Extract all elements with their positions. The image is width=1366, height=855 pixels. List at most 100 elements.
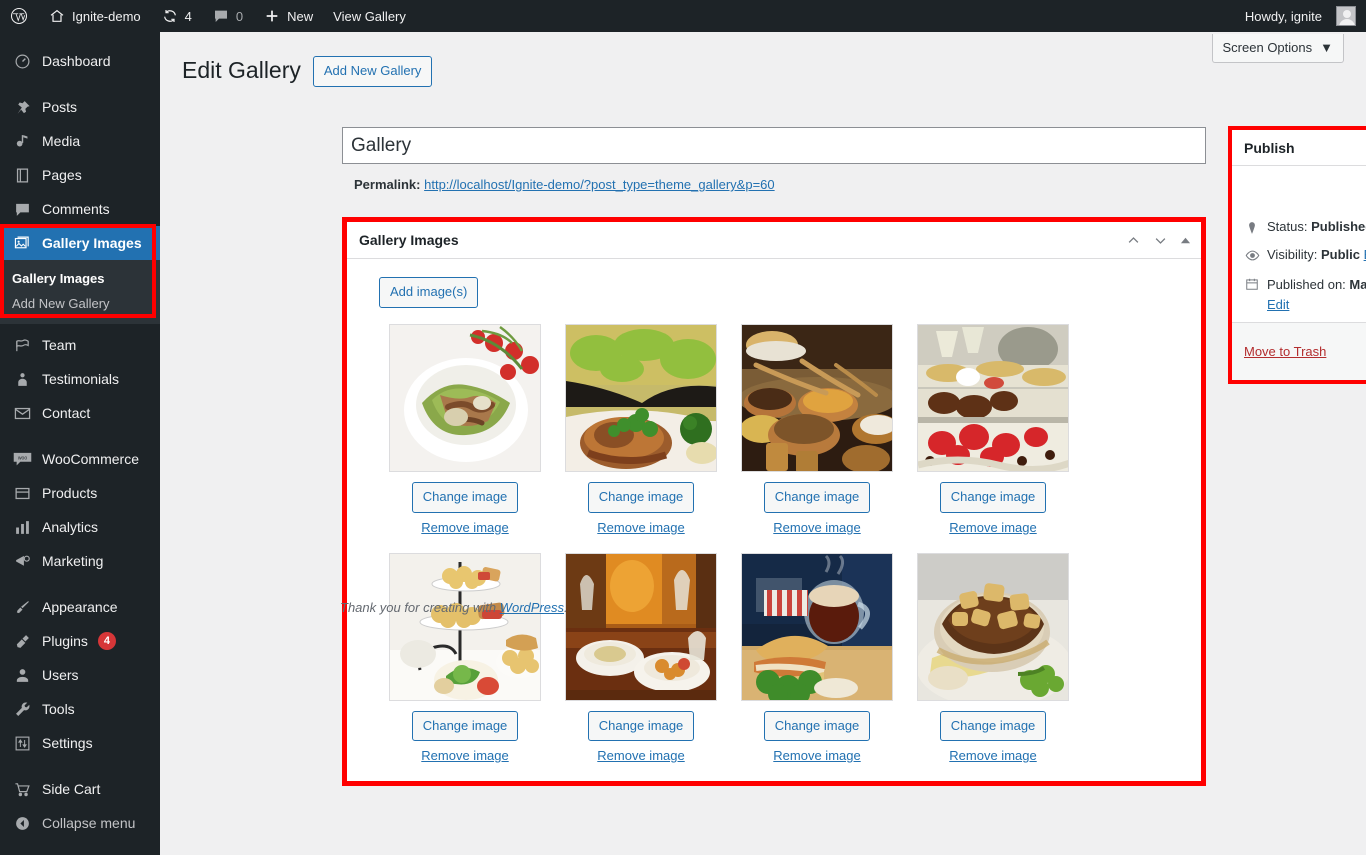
permalink-row: Permalink: http://localhost/Ignite-demo/… [354, 177, 775, 192]
publish-box-footer: Move to Trash [1232, 322, 1366, 380]
thumbnail-image[interactable] [565, 552, 717, 701]
sidebar-item-dashboard[interactable]: Dashboard [0, 44, 160, 78]
updates-icon [161, 7, 179, 25]
comments-menu[interactable]: 0 [202, 0, 253, 32]
sidebar-label: Products [42, 485, 98, 501]
sidebar-item-marketing[interactable]: Marketing [0, 544, 160, 578]
sidebar-label: Analytics [42, 519, 99, 535]
remove-image-link[interactable]: Remove image [421, 748, 508, 763]
change-image-button[interactable]: Change image [763, 710, 871, 742]
permalink-label: Permalink: [354, 177, 421, 192]
home-icon [48, 7, 66, 25]
sidebar-item-analytics[interactable]: Analytics [0, 510, 160, 544]
remove-image-link[interactable]: Remove image [773, 748, 860, 763]
thumbnail-image[interactable] [917, 323, 1069, 472]
sidebar-label: Dashboard [42, 53, 111, 69]
thumbnail-image[interactable] [917, 552, 1069, 701]
media-icon [12, 131, 32, 151]
thumbnail-image[interactable] [565, 323, 717, 472]
sidebar-item-side-cart[interactable]: Side Cart [0, 772, 160, 806]
change-image-button[interactable]: Change image [411, 481, 519, 513]
howdy-label: Howdy, ignite [1244, 8, 1322, 24]
view-gallery-link[interactable]: View Gallery [323, 0, 416, 32]
publish-box-header: Publish [1232, 130, 1366, 166]
new-label: New [287, 8, 314, 24]
sidebar-item-collapse-menu[interactable]: Collapse menu [0, 806, 160, 840]
sidebar-label: Appearance [42, 599, 118, 615]
sidebar-item-products[interactable]: Products [0, 476, 160, 510]
collapse-icon [12, 813, 32, 833]
move-down-icon[interactable] [1153, 233, 1168, 248]
change-image-button[interactable]: Change image [411, 710, 519, 742]
admin-bar: Ignite-demo 4 0 New View Gallery Howdy, … [0, 0, 1366, 32]
new-content-menu[interactable]: New [253, 0, 323, 32]
submenu-item-gallery-images[interactable]: Gallery Images [0, 266, 160, 291]
change-image-button[interactable]: Change image [587, 710, 695, 742]
sidebar-item-testimonials[interactable]: Testimonials [0, 362, 160, 396]
thumbnail-image[interactable] [741, 552, 893, 701]
sidebar-label: Side Cart [42, 781, 101, 797]
published-edit-link[interactable]: Edit [1267, 297, 1289, 312]
remove-image-link[interactable]: Remove image [949, 748, 1036, 763]
remove-image-link[interactable]: Remove image [597, 520, 684, 535]
sidebar-item-comments[interactable]: Comments [0, 192, 160, 226]
toggle-panel-icon[interactable] [1180, 235, 1191, 246]
sidebar-item-posts[interactable]: Posts [0, 90, 160, 124]
remove-image-link[interactable]: Remove image [597, 748, 684, 763]
thumbnail-image[interactable] [389, 552, 541, 701]
sidebar-item-tools[interactable]: Tools [0, 692, 160, 726]
updates-menu[interactable]: 4 [151, 0, 202, 32]
sidebar-item-media[interactable]: Media [0, 124, 160, 158]
thumbnail-image[interactable] [741, 323, 893, 472]
remove-image-link[interactable]: Remove image [949, 520, 1036, 535]
sidebar-item-plugins[interactable]: Plugins 4 [0, 624, 160, 658]
status-label: Status: [1267, 218, 1308, 234]
publish-box-title: Publish [1244, 139, 1295, 156]
sidebar-item-pages[interactable]: Pages [0, 158, 160, 192]
gallery-item: Change image Remove image [561, 323, 721, 535]
change-image-button[interactable]: Change image [939, 710, 1047, 742]
sidebar-item-gallery-images[interactable]: Gallery Images [0, 226, 168, 260]
sidebar-item-team[interactable]: Team [0, 328, 160, 362]
sidebar-label: Testimonials [42, 371, 120, 387]
gallery-item: Change image Remove image [737, 323, 897, 535]
wp-logo-menu[interactable] [0, 0, 38, 32]
change-image-button[interactable]: Change image [587, 481, 695, 513]
gallery-panel-body: Add image(s) Change image Remove image C… [347, 259, 1201, 795]
sidebar-item-appearance[interactable]: Appearance [0, 590, 160, 624]
plus-icon [263, 7, 281, 25]
change-image-button[interactable]: Change image [763, 481, 871, 513]
add-images-button[interactable]: Add image(s) [379, 277, 479, 308]
remove-image-link[interactable]: Remove image [421, 520, 508, 535]
move-up-icon[interactable] [1126, 233, 1141, 248]
sidebar-item-contact[interactable]: Contact [0, 396, 160, 430]
page-title: Edit Gallery [182, 57, 301, 84]
submenu-item-add-new-gallery[interactable]: Add New Gallery [0, 291, 160, 316]
comments-count: 0 [235, 8, 244, 24]
sidebar-item-woocommerce[interactable]: woo WooCommerce [0, 442, 160, 476]
sidebar-label: Users [42, 667, 79, 683]
gallery-panel-header: Gallery Images [347, 222, 1201, 259]
gallery-item: Change image Remove image [561, 552, 721, 763]
sidebar-item-users[interactable]: Users [0, 658, 160, 692]
add-new-gallery-button[interactable]: Add New Gallery [312, 56, 433, 87]
publish-box-body: Preview Changes Status: Published Edit [1232, 166, 1366, 332]
change-image-button[interactable]: Change image [939, 481, 1047, 513]
remove-image-link[interactable]: Remove image [773, 520, 860, 535]
sidebar-label: Plugins [42, 633, 88, 649]
my-account-menu[interactable]: Howdy, ignite [1235, 0, 1360, 32]
team-icon [12, 335, 32, 355]
permalink-url[interactable]: http://localhost/Ignite-demo/?post_type=… [424, 177, 775, 192]
status-value: Published [1311, 218, 1366, 234]
thumbnail-image[interactable] [389, 323, 541, 472]
screen-options-toggle[interactable]: Screen Options ▼ [1211, 34, 1344, 63]
sidebar-item-settings[interactable]: Settings [0, 726, 160, 760]
sidebar-label: Pages [42, 167, 82, 183]
move-to-trash-link[interactable]: Move to Trash [1244, 344, 1326, 359]
site-name-menu[interactable]: Ignite-demo [38, 0, 151, 32]
gallery-item: Change image Remove image [385, 323, 545, 535]
cart-icon [12, 779, 32, 799]
post-title-input[interactable] [342, 127, 1206, 164]
publish-box: Publish Preview Changes [1232, 130, 1366, 380]
testimonials-icon [12, 369, 32, 389]
